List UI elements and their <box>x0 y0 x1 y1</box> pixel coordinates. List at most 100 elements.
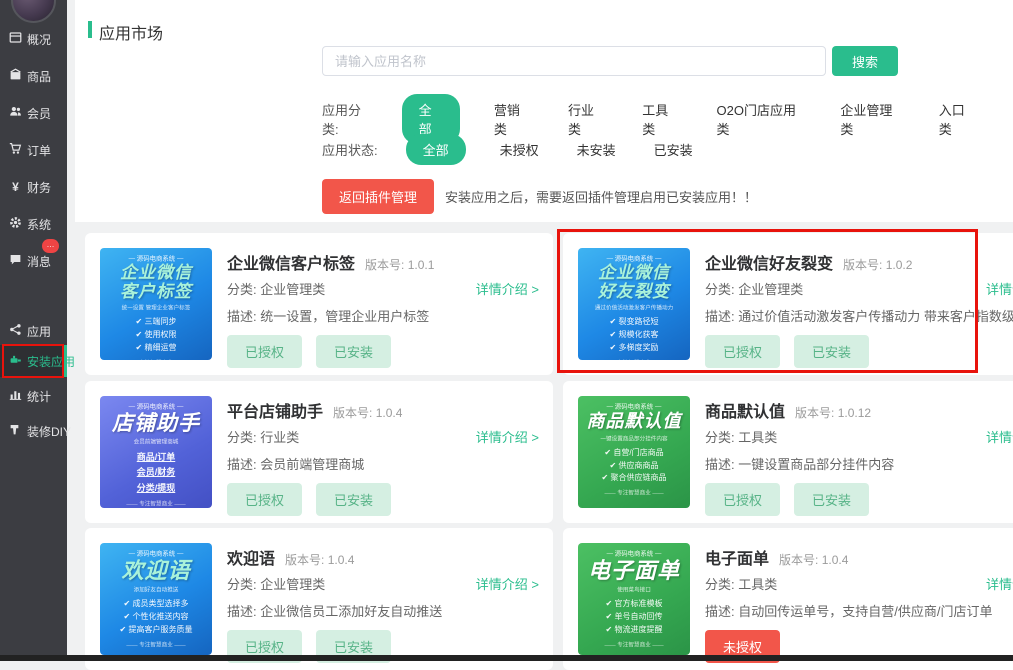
app-version: 1.0.12 <box>838 406 871 420</box>
sidebar-item-label: 财务 <box>27 179 51 196</box>
category-option[interactable]: 营销类 <box>494 100 530 138</box>
installed-badge[interactable]: 已安装 <box>316 335 391 368</box>
app-card-product-defaults: — 源码电商系统 — 商品默认值 一键设置商品部分挂件内容 ✔ 自营/门店商品 … <box>563 381 1013 523</box>
sidebar-item-install-apps[interactable]: 安装应用 <box>0 345 67 377</box>
status-all-pill[interactable]: 全部 <box>406 134 466 165</box>
category-filter-label: 应用分类: <box>322 100 374 138</box>
app-market-panel: 应用市场 搜索 应用分类: 全部 营销类 行业类 工具类 O2O门店应用类 企业… <box>75 0 1013 222</box>
installed-badge[interactable]: 已安装 <box>316 483 391 516</box>
detail-link[interactable]: 详情介绍 > <box>476 279 539 298</box>
app-thumbnail: — 源码电商系统 — 企业微信 好友裂变 通过价值活动激发客户传播动力 ✔ 裂变… <box>578 248 690 360</box>
thumb-header: — 源码电商系统 — <box>111 549 201 558</box>
sidebar-item-finance[interactable]: ¥ 财务 <box>0 173 67 201</box>
install-app-icon <box>9 353 22 369</box>
sidebar-item-messages[interactable]: 消息 … <box>0 247 67 275</box>
installed-badge[interactable]: 已安装 <box>794 335 869 368</box>
sidebar-item-diy[interactable]: 装修DIY <box>0 417 67 445</box>
sidebar-item-label: 会员 <box>27 105 51 122</box>
app-thumbnail: — 源码电商系统 — 电子面单 使用菜鸟接口 ✔ 官方标准模板 ✔ 单号自动回传… <box>578 543 690 655</box>
app-card-grid: — 源码电商系统 — 企业微信 客户标签 统一设置 管理企业客户标签 ✔ 三端同… <box>85 233 1013 661</box>
thumb-subtitle: 添加好友自动推送 <box>111 586 201 594</box>
app-version: 1.0.4 <box>376 406 403 420</box>
description-label: 描述: <box>705 604 735 619</box>
search-input[interactable] <box>322 46 826 76</box>
thumb-footer: —— 专注智慧商业 —— <box>111 641 201 649</box>
hammer-icon <box>9 423 22 439</box>
category-label: 分类: <box>705 430 735 445</box>
gear-icon <box>9 216 22 232</box>
back-to-plugins-button[interactable]: 返回插件管理 <box>322 179 434 214</box>
sidebar-item-system[interactable]: 系统 <box>0 210 67 238</box>
app-version: 1.0.4 <box>822 553 849 567</box>
sidebar-item-members[interactable]: 会员 <box>0 99 67 127</box>
authorized-badge[interactable]: 已授权 <box>705 335 780 368</box>
thumb-footer: —— 专注智慧商业 —— <box>111 359 201 360</box>
version-label: 版本号: <box>779 553 818 567</box>
version-label: 版本号: <box>333 406 372 420</box>
thumb-header: — 源码电商系统 — <box>111 254 201 263</box>
thumb-header: — 源码电商系统 — <box>111 402 201 411</box>
thumb-point: 会员/财务 <box>100 465 212 480</box>
category-option[interactable]: 入口类 <box>939 100 975 138</box>
thumb-subtitle: 会员前端管理商城 <box>111 438 201 446</box>
sidebar-item-apps[interactable]: 应用 <box>0 317 67 345</box>
app-name: 欢迎语 <box>227 545 275 569</box>
cart-icon <box>9 142 22 158</box>
thumb-title: 商品默认值 <box>578 412 690 432</box>
status-option[interactable]: 未授权 <box>500 140 539 159</box>
status-filter-row: 应用状态: 全部 未授权 未安装 已安装 <box>322 134 731 165</box>
thumb-title: 欢迎语 <box>100 559 212 583</box>
app-version: 1.0.2 <box>886 258 913 272</box>
yuan-icon: ¥ <box>9 180 22 194</box>
sidebar-item-stats[interactable]: 统计 <box>0 382 67 410</box>
sidebar-item-goods[interactable]: 商品 <box>0 62 67 90</box>
app-version: 1.0.4 <box>328 553 355 567</box>
status-option[interactable]: 未安装 <box>577 140 616 159</box>
detail-link[interactable]: 详情介绍 > <box>986 574 1013 593</box>
category-option[interactable]: 行业类 <box>568 100 604 138</box>
authorized-badge[interactable]: 已授权 <box>227 335 302 368</box>
thumb-title: 客户标签 <box>100 283 212 302</box>
thumb-header: — 源码电商系统 — <box>589 254 679 263</box>
status-option[interactable]: 已安装 <box>654 140 693 159</box>
installed-badge[interactable]: 已安装 <box>794 483 869 516</box>
category-label: 分类: <box>227 577 257 592</box>
category-option[interactable]: 企业管理类 <box>840 100 900 138</box>
thumb-point: ✔ 规模化获客 <box>578 329 690 342</box>
thumb-point: ✔ 物流进度提醒 <box>578 624 690 637</box>
thumb-point: 分类/提现 <box>100 481 212 496</box>
app-description: 会员前端管理商城 <box>260 457 364 472</box>
app-name: 平台店铺助手 <box>227 398 323 422</box>
thumb-point: ✔ 聚合供应链商品 <box>578 472 690 485</box>
detail-link[interactable]: 详情介绍 > <box>986 279 1013 298</box>
thumb-point: ✔ 裂变路径短 <box>578 316 690 329</box>
goods-icon <box>9 68 22 84</box>
app-name: 企业微信客户标签 <box>227 250 355 274</box>
thumb-point: ✔ 精细运营 <box>100 342 212 355</box>
bar-chart-icon <box>9 388 22 404</box>
thumb-header: — 源码电商系统 — <box>589 402 679 411</box>
detail-link[interactable]: 详情介绍 > <box>476 427 539 446</box>
category-option[interactable]: 工具类 <box>642 100 678 138</box>
authorized-badge[interactable]: 已授权 <box>705 483 780 516</box>
category-option[interactable]: O2O门店应用类 <box>717 100 803 138</box>
category-label: 分类: <box>227 430 257 445</box>
thumb-point: ✔ 成员类型选择多 <box>100 598 212 611</box>
avatar[interactable] <box>11 0 56 23</box>
thumb-point: ✔ 供应商商品 <box>578 460 690 473</box>
app-thumbnail: — 源码电商系统 — 店铺助手 会员前端管理商城 商品/订单 会员/财务 分类/… <box>100 396 212 508</box>
sidebar-item-label: 安装应用 <box>27 353 75 370</box>
sidebar-item-orders[interactable]: 订单 <box>0 136 67 164</box>
sidebar-item-overview[interactable]: 概况 <box>0 25 67 53</box>
detail-link[interactable]: 详情介绍 > <box>476 574 539 593</box>
status-filter-label: 应用状态: <box>322 140 378 159</box>
thumb-point: ✔ 多梯度奖励 <box>578 342 690 355</box>
detail-link[interactable]: 详情介绍 > <box>986 427 1013 446</box>
authorized-badge[interactable]: 已授权 <box>227 483 302 516</box>
version-label: 版本号: <box>843 258 882 272</box>
thumb-title: 企业微信 <box>100 264 212 283</box>
thumb-point: ✔ 三端同步 <box>100 316 212 329</box>
search-button[interactable]: 搜索 <box>832 46 898 76</box>
app-name: 电子面单 <box>705 545 769 569</box>
thumb-subtitle: 一键设置商品部分挂件内容 <box>589 435 679 443</box>
